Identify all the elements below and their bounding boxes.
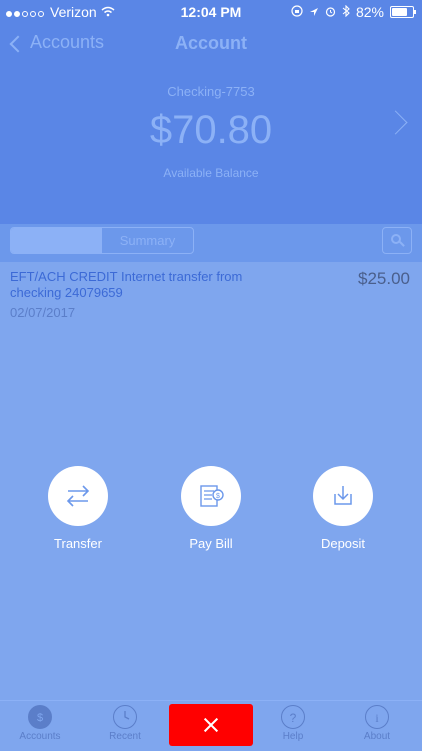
transfer-arrows-icon xyxy=(48,466,108,526)
deposit-label: Deposit xyxy=(320,536,366,551)
status-icons: 82% xyxy=(291,4,416,20)
svg-text:$: $ xyxy=(37,712,43,724)
tab-accounts-label: Accounts xyxy=(19,731,61,742)
rotation-lock-icon xyxy=(291,4,303,20)
segmented-control: Summary xyxy=(10,227,194,254)
tab-recent-label: Recent xyxy=(109,731,141,742)
tab-about[interactable]: i About xyxy=(342,705,412,742)
balance-label: Available Balance xyxy=(163,166,259,180)
status-bar: Verizon 12:04 PM 82% xyxy=(0,0,422,24)
close-button[interactable] xyxy=(169,704,253,746)
clock-icon xyxy=(113,705,137,729)
navigation-bar: Accounts Account xyxy=(0,24,422,64)
account-name: Checking-7753 xyxy=(167,84,255,99)
pay-bill-label: Pay Bill xyxy=(189,536,233,551)
tab-help-label: Help xyxy=(282,731,304,742)
svg-text:$: $ xyxy=(216,493,220,500)
alarm-icon xyxy=(325,4,336,20)
deposit-button[interactable]: Deposit xyxy=(298,466,388,551)
transaction-amount: $25.00 xyxy=(358,269,410,288)
transaction-row[interactable]: EFT/ACH CREDIT Internet transfer from ch… xyxy=(0,262,422,322)
question-icon: ? xyxy=(281,705,305,729)
bill-icon: $ xyxy=(181,466,241,526)
tab-summary[interactable]: Summary xyxy=(102,228,193,253)
transfer-button[interactable]: Transfer xyxy=(33,466,123,551)
download-tray-icon xyxy=(313,466,373,526)
tab-about-label: About xyxy=(363,731,391,742)
battery-icon xyxy=(390,6,416,18)
balance-amount: $70.80 xyxy=(149,108,273,152)
search-button[interactable] xyxy=(382,227,412,254)
tab-accounts[interactable]: $ Accounts xyxy=(5,705,75,742)
svg-text:i: i xyxy=(375,711,379,725)
balance-panel: Checking-7753 $70.80 Available Balance xyxy=(0,64,422,224)
location-icon xyxy=(309,4,319,20)
battery-percent: 82% xyxy=(355,4,384,20)
bluetooth-icon xyxy=(342,4,350,20)
page-title: Account xyxy=(175,33,247,53)
pay-bill-button[interactable]: $ Pay Bill xyxy=(166,466,256,551)
dollar-icon: $ xyxy=(28,705,52,729)
tab-activity[interactable] xyxy=(11,228,102,253)
svg-text:?: ? xyxy=(290,711,297,725)
info-icon: i xyxy=(365,705,389,729)
tabs-row: Summary xyxy=(0,224,422,262)
tab-help[interactable]: ? Help xyxy=(258,705,328,742)
tab-recent[interactable]: Recent xyxy=(90,705,160,742)
transaction-date: 02/07/2017 xyxy=(10,305,76,320)
transfer-label: Transfer xyxy=(54,536,102,551)
transaction-description: EFT/ACH CREDIT Internet transfer from ch… xyxy=(10,269,243,300)
